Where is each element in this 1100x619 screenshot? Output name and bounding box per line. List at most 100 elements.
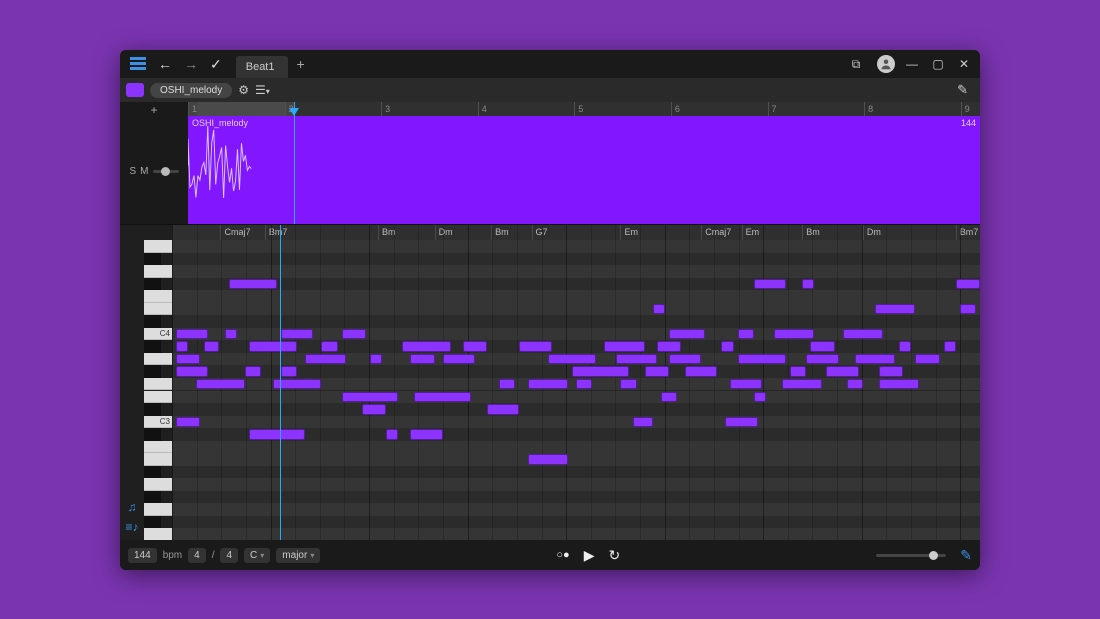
midi-note[interactable] (519, 341, 551, 352)
midi-note[interactable] (342, 329, 366, 340)
midi-note[interactable] (362, 404, 386, 415)
track-name-pill[interactable]: OSHI_melody (150, 83, 232, 98)
midi-note[interactable] (810, 341, 834, 352)
back-button[interactable]: ← (154, 54, 176, 74)
commit-button[interactable]: ✓ (206, 54, 226, 75)
midi-note[interactable] (463, 341, 487, 352)
edit-icon[interactable]: ✎ (960, 547, 972, 564)
midi-note[interactable] (176, 341, 188, 352)
project-tab[interactable]: Beat1 (236, 56, 289, 78)
midi-note[interactable] (956, 279, 980, 290)
midi-note[interactable] (572, 366, 629, 377)
ruler-bar[interactable]: 7 (768, 102, 777, 116)
add-track-button[interactable]: + (120, 102, 188, 118)
chord-marker[interactable]: Em (742, 225, 760, 240)
midi-note[interactable] (176, 366, 208, 377)
midi-note[interactable] (774, 329, 814, 340)
chord-marker[interactable]: G7 (532, 225, 548, 240)
midi-note[interactable] (196, 379, 244, 390)
midi-note[interactable] (616, 354, 656, 365)
external-link-icon[interactable]: ⧉ (844, 53, 868, 75)
midi-note[interactable] (576, 379, 592, 390)
midi-note[interactable] (685, 366, 717, 377)
midi-note[interactable] (499, 379, 515, 390)
chord-marker[interactable]: Bm7 (956, 225, 979, 240)
track-volume-slider[interactable] (153, 170, 179, 173)
audio-clip[interactable]: OSHI_melody 144 (188, 116, 980, 224)
record-button[interactable]: ○● (552, 549, 573, 561)
midi-note[interactable] (225, 329, 237, 340)
chord-marker[interactable]: Dm (863, 225, 881, 240)
midi-note[interactable] (176, 329, 208, 340)
midi-note[interactable] (204, 341, 219, 352)
chord-marker[interactable]: Bm (802, 225, 820, 240)
ruler-bar[interactable]: 4 (478, 102, 487, 116)
timeline[interactable]: 123456789 OSHI_melody 144 (188, 102, 980, 224)
midi-note[interactable] (669, 329, 705, 340)
chord-mode-icon[interactable]: ≡♪ (125, 520, 138, 534)
app-logo-icon[interactable] (130, 57, 146, 71)
midi-note[interactable] (899, 341, 911, 352)
loop-button[interactable]: ↻ (604, 547, 624, 564)
midi-note[interactable] (176, 417, 200, 428)
midi-note[interactable] (879, 379, 919, 390)
midi-note[interactable] (754, 279, 786, 290)
midi-note[interactable] (402, 341, 450, 352)
midi-note[interactable] (620, 379, 636, 390)
midi-note[interactable] (321, 341, 337, 352)
midi-note[interactable] (843, 329, 883, 340)
list-menu-icon[interactable]: ☰▾ (255, 83, 270, 97)
mute-button[interactable]: M (140, 166, 148, 177)
midi-note[interactable] (738, 329, 754, 340)
playhead[interactable] (294, 102, 295, 224)
bpm-field[interactable]: 144 (128, 548, 157, 563)
midi-note[interactable] (528, 454, 568, 465)
piano-keyboard[interactable]: C4C3 (144, 225, 172, 540)
chord-marker[interactable]: Bm7 (265, 225, 288, 240)
midi-note[interactable] (960, 304, 976, 315)
close-button[interactable]: ✕ (952, 53, 976, 75)
midi-note[interactable] (604, 341, 644, 352)
midi-note[interactable] (487, 404, 519, 415)
midi-note[interactable] (249, 429, 306, 440)
midi-note[interactable] (528, 379, 568, 390)
ruler-bar[interactable]: 6 (671, 102, 680, 116)
midi-note[interactable] (782, 379, 822, 390)
track-color-swatch[interactable] (126, 83, 144, 97)
ruler-bar[interactable]: 8 (864, 102, 873, 116)
midi-note[interactable] (721, 341, 733, 352)
chord-marker[interactable]: Bm (491, 225, 509, 240)
midi-note[interactable] (657, 341, 681, 352)
midi-note[interactable] (249, 341, 297, 352)
midi-note[interactable] (944, 341, 956, 352)
midi-note[interactable] (305, 354, 345, 365)
midi-note[interactable] (633, 417, 653, 428)
midi-note[interactable] (669, 354, 701, 365)
midi-note[interactable] (826, 366, 858, 377)
solo-button[interactable]: S (129, 166, 136, 177)
midi-note[interactable] (410, 354, 434, 365)
notes-mode-icon[interactable]: ♫ (128, 500, 137, 514)
playhead[interactable] (280, 225, 281, 540)
gear-icon[interactable]: ⚙ (238, 83, 249, 97)
minimize-button[interactable]: — (900, 53, 924, 75)
midi-note[interactable] (342, 392, 399, 403)
account-avatar[interactable] (874, 53, 898, 75)
midi-note[interactable] (645, 366, 669, 377)
forward-button[interactable]: → (180, 54, 202, 74)
ruler-bar[interactable]: 9 (961, 102, 970, 116)
midi-note[interactable] (754, 392, 766, 403)
key-root[interactable]: C▾ (244, 548, 270, 563)
play-button[interactable]: ▶ (580, 547, 599, 564)
chord-marker[interactable]: Cmaj7 (701, 225, 731, 240)
midi-note[interactable] (725, 417, 757, 428)
ruler[interactable]: 123456789 (188, 102, 980, 116)
midi-note[interactable] (915, 354, 939, 365)
ruler-bar[interactable]: 1 (188, 102, 197, 116)
new-tab-button[interactable]: + (296, 56, 304, 72)
master-volume-slider[interactable] (876, 554, 946, 557)
midi-note[interactable] (855, 354, 895, 365)
chord-lane[interactable]: Cmaj7Bm7BmDmBmG7EmCmaj7EmBmDmBm7 (172, 225, 980, 240)
midi-note[interactable] (548, 354, 596, 365)
midi-note[interactable] (879, 366, 903, 377)
